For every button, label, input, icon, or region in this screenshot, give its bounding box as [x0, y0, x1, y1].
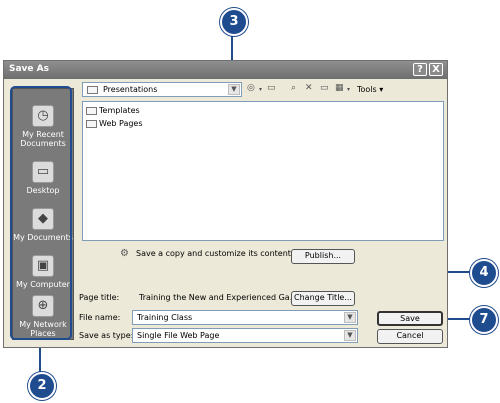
save-as-type-label: Save as type:: [79, 331, 134, 340]
dropdown-arrow-icon[interactable]: ▾: [259, 86, 262, 93]
page-title-value: Training the New and Experienced Ga...: [139, 293, 298, 302]
folder-icon: [86, 106, 97, 115]
file-name: Web Pages: [99, 119, 143, 128]
save-in-dropdown[interactable]: Presentations ▼: [82, 82, 242, 97]
delete-icon[interactable]: ✕: [305, 83, 313, 93]
folder-icon: [86, 119, 97, 128]
chevron-down-icon[interactable]: ▼: [344, 312, 356, 323]
save-as-type-value: Single File Web Page: [137, 331, 220, 340]
file-name-field[interactable]: Training Class ▼: [132, 310, 358, 325]
file-list[interactable]: Templates Web Pages: [82, 101, 444, 241]
file-name-label: File name:: [79, 313, 121, 322]
search-web-icon[interactable]: ⌕: [291, 83, 296, 93]
callout-2: 2: [28, 372, 56, 400]
save-as-type-dropdown[interactable]: Single File Web Page ▼: [132, 328, 358, 343]
publish-button[interactable]: Publish...: [291, 249, 355, 264]
views-icon[interactable]: ▦: [335, 83, 344, 93]
folder-icon: [87, 86, 98, 94]
list-item[interactable]: Web Pages: [86, 119, 143, 128]
change-title-button[interactable]: Change Title...: [291, 291, 355, 306]
tools-label: Tools: [357, 85, 377, 94]
file-name: Templates: [99, 106, 140, 115]
help-button[interactable]: ?: [413, 63, 427, 76]
dialog-title: Save As: [9, 64, 49, 74]
title-bar: Save As ? X: [4, 61, 447, 79]
places-highlight: [10, 86, 72, 340]
callout-2-line: [39, 345, 41, 375]
new-folder-icon[interactable]: ▭: [320, 83, 329, 93]
close-button[interactable]: X: [429, 63, 443, 76]
publish-icon: ⚙: [120, 248, 129, 259]
chevron-down-icon: ▼: [228, 84, 240, 95]
cancel-button[interactable]: Cancel: [377, 329, 443, 344]
up-folder-icon[interactable]: ▭: [267, 83, 276, 93]
chevron-down-icon: ▼: [344, 330, 356, 341]
page-title-label: Page title:: [79, 293, 120, 302]
back-icon[interactable]: ◎: [247, 83, 255, 93]
callout-3: 3: [220, 8, 248, 36]
callout-4: 4: [470, 259, 498, 287]
file-name-value: Training Class: [137, 313, 193, 322]
toolbar: ◎ ▾ ▭ ⌕ ✕ ▭ ▦ ▾ Tools ▾: [245, 82, 445, 97]
list-item[interactable]: Templates: [86, 106, 140, 115]
tools-menu[interactable]: Tools ▾: [357, 85, 383, 94]
save-in-value: Presentations: [103, 85, 158, 94]
callout-7: 7: [470, 306, 498, 334]
publish-text: Save a copy and customize its contents: [136, 249, 296, 258]
views-dropdown-icon[interactable]: ▾: [347, 86, 350, 93]
save-button[interactable]: Save: [377, 311, 443, 326]
